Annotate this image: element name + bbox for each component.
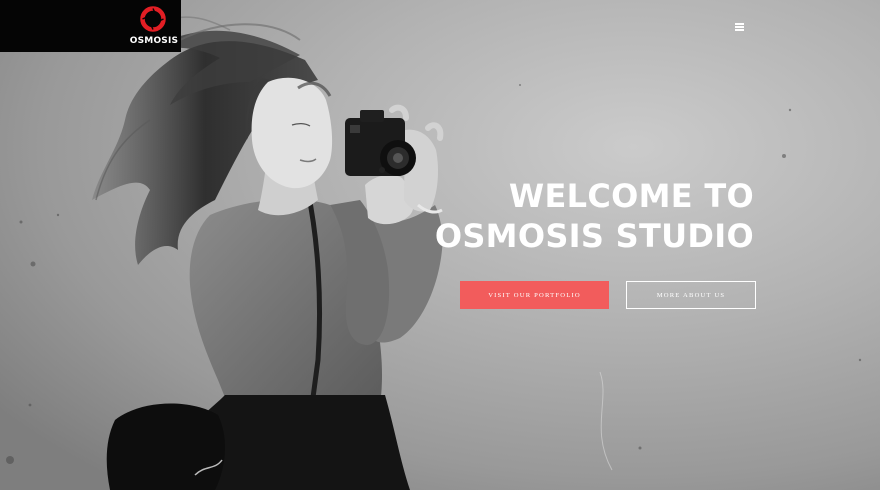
aperture-ring-icon: [140, 6, 166, 32]
hero-title: WELCOME TO OSMOSIS STUDIO: [334, 176, 754, 256]
hamburger-menu-icon[interactable]: [732, 20, 748, 34]
logo-text: OSMOSIS: [129, 36, 179, 46]
hero-section: OSMOSIS WELCOME TO OSMOSIS STUDIO VISIT …: [0, 0, 880, 490]
visit-portfolio-button[interactable]: VISIT OUR PORTFOLIO: [460, 281, 609, 309]
logo[interactable]: OSMOSIS: [0, 0, 181, 52]
hero-title-line2: OSMOSIS STUDIO: [434, 217, 754, 255]
hero-title-line1: WELCOME TO: [508, 177, 754, 215]
more-about-us-button[interactable]: MORE ABOUT US: [626, 281, 756, 309]
